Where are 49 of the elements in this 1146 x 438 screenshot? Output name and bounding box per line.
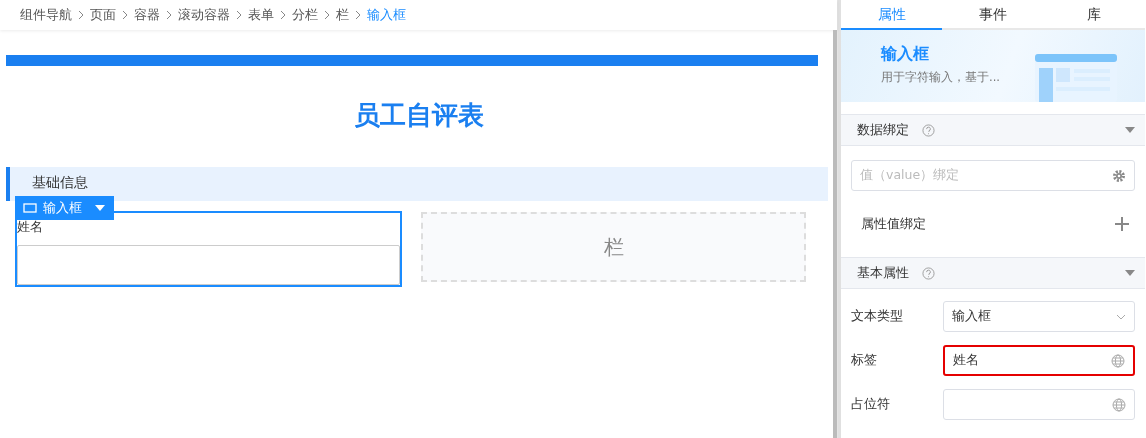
section-header[interactable]: 数据绑定 [841,114,1145,146]
chevron-down-icon [1116,313,1126,320]
text-field[interactable] [943,389,1135,420]
component-description: 用于字符输入，基于... [881,69,1001,87]
input-field[interactable] [17,244,400,285]
breadcrumb-item[interactable]: 栏 [336,5,349,25]
globe-icon[interactable] [1112,397,1126,412]
section-header[interactable]: 基本属性 [841,257,1145,289]
chevron-icon [122,10,128,20]
field-label: 标签 [851,351,878,370]
window-illustration-icon [1035,54,1117,102]
breadcrumb-item[interactable]: 组件导航 [20,5,72,25]
chevron-icon [236,10,242,20]
breadcrumb-item[interactable]: 分栏 [292,5,318,25]
chevron-icon [78,10,84,20]
globe-icon[interactable] [1111,353,1125,368]
add-icon[interactable] [1115,217,1129,231]
breadcrumb-item[interactable]: 容器 [134,5,160,25]
chevron-icon [166,10,172,20]
component-title: 输入框 [881,44,930,64]
chevron-icon [355,10,361,20]
scrollbar[interactable] [833,30,837,438]
caret-icon[interactable] [1125,127,1135,133]
help-icon[interactable] [922,123,935,137]
section-title: 基础信息 [32,174,88,190]
breadcrumb-item[interactable]: 滚动容器 [178,5,230,25]
chevron-icon [280,10,286,20]
breadcrumb-item[interactable]: 输入框 [367,5,406,25]
settings-icon[interactable] [1112,168,1126,183]
breadcrumb-item[interactable]: 页面 [90,5,116,25]
field-label: 姓名 [17,219,43,234]
placeholder-text: 值（value）绑定 [860,166,960,185]
field-value: 姓名 [953,351,979,370]
binding-label: 属性值绑定 [861,215,926,234]
caret-icon [94,204,106,212]
field-label: 占位符 [851,395,891,414]
breadcrumb-item[interactable]: 表单 [248,5,274,25]
select-value: 输入框 [952,307,991,326]
text-field[interactable]: 姓名 [943,345,1135,376]
caret-icon[interactable] [1125,270,1135,276]
help-icon[interactable] [922,266,935,280]
field-label: 文本类型 [851,307,904,326]
section-title: 基本属性 [857,263,909,282]
chevron-icon [324,10,330,20]
select-field[interactable]: 输入框 [943,301,1135,332]
column-label: 栏 [603,234,624,261]
section-title: 数据绑定 [857,120,909,139]
input-icon [23,203,37,213]
form-title: 员工自评表 [353,100,484,130]
